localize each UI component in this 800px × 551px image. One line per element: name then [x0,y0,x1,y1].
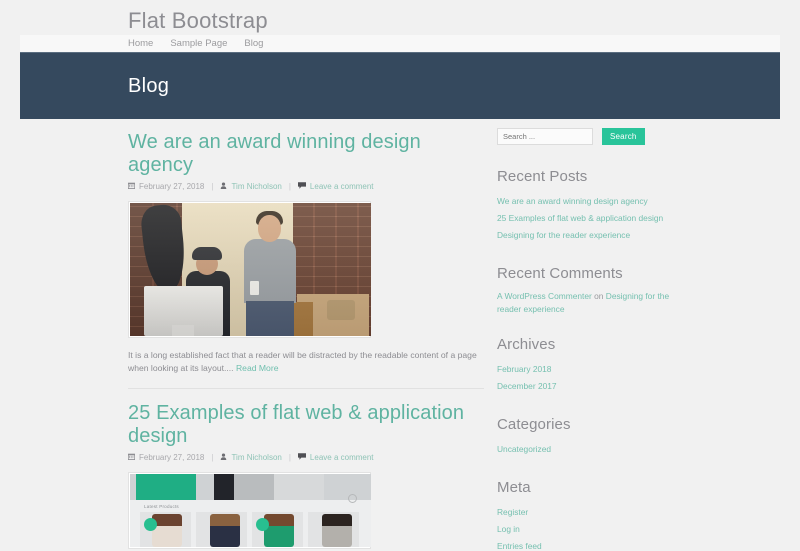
nav-item-sample-page[interactable]: Sample Page [170,37,227,50]
user-icon [220,452,227,464]
main-navbar: Home Sample Page Blog [20,35,780,52]
meta-separator: | [211,453,214,462]
hero-photo-two [274,474,324,500]
widget-title: Archives [497,336,556,353]
product-model-photo [152,514,182,547]
post-comment-link[interactable]: Leave a comment [310,452,374,464]
nav-item-blog[interactable]: Blog [244,37,263,50]
post-excerpt-text: It is a long established fact that a rea… [128,350,477,373]
comment-author[interactable]: A WordPress Commenter [497,291,592,301]
post-list: We are an award winning design agency Fe… [128,131,484,549]
post-item: 25 Examples of flat web & application de… [128,402,484,549]
post-divider [128,388,484,389]
widget-title: Categories [497,416,571,433]
nav-item-home[interactable]: Home [128,37,153,50]
archives-list: February 2018 December 2017 [497,361,687,395]
search-button[interactable]: Search [602,128,645,145]
latest-products-label: Latest Products [144,504,179,509]
list-item[interactable]: 25 Examples of flat web & application de… [497,210,687,227]
site-title[interactable]: Flat Bootstrap [128,8,268,34]
list-item[interactable]: Designing for the reader experience [497,227,687,244]
sale-badge [144,518,157,531]
list-item[interactable]: Log in [497,521,687,538]
widget-title: Meta [497,479,531,496]
post-title-link[interactable]: 25 Examples of flat web & application de… [128,402,484,448]
calendar-icon [128,452,135,464]
circle-arrow-icon [348,494,357,503]
product-model-photo [210,514,240,547]
comment-icon [297,181,306,193]
photo-tone-overlay [130,203,371,336]
post-meta: February 27, 2018 | Tim Nicholson | Leav… [128,181,484,193]
widget-recent-comments: Recent Comments A WordPress Commenter on… [497,264,687,315]
comment-icon [297,452,306,464]
post-image-ecommerce-screenshot: Latest Products [130,474,371,547]
user-icon [220,181,227,193]
post-author[interactable]: Tim Nicholson [231,452,281,464]
widget-title: Recent Posts [497,168,588,185]
post-author[interactable]: Tim Nicholson [231,181,281,193]
post-comment-link[interactable]: Leave a comment [310,181,374,193]
sidebar: Search Recent Posts We are an award winn… [497,128,687,551]
post-date: February 27, 2018 [139,453,205,462]
comment-on-word: on [594,291,604,301]
meta-separator: | [288,182,291,191]
post-thumbnail[interactable] [128,201,371,338]
post-thumbnail[interactable]: Latest Products [128,472,371,549]
widget-categories: Categories Uncategorized [497,415,687,458]
sale-badge [256,518,269,531]
post-title-link[interactable]: We are an award winning design agency [128,131,484,177]
hero-dark-block [214,474,234,500]
list-item[interactable]: Uncategorized [497,441,687,458]
widget-title: Recent Comments [497,265,623,282]
read-more-link[interactable]: Read More [236,363,279,373]
page-title: Blog [128,75,170,97]
product-model-photo [322,514,352,547]
post-date: February 27, 2018 [139,182,205,191]
hero-green-block [136,474,196,500]
widget-archives: Archives February 2018 December 2017 [497,335,687,395]
search-input[interactable] [497,128,593,145]
list-item[interactable]: We are an award winning design agency [497,193,687,210]
page-banner: Blog [20,52,780,119]
list-item[interactable]: Register [497,504,687,521]
list-item[interactable]: December 2017 [497,378,687,395]
list-item[interactable]: A WordPress Commenter on Designing for t… [497,290,687,315]
widget-recent-posts: Recent Posts We are an award winning des… [497,167,687,244]
categories-list: Uncategorized [497,441,687,458]
meta-separator: | [288,453,291,462]
calendar-icon [128,181,135,193]
post-item: We are an award winning design agency Fe… [128,131,484,375]
meta-list: Register Log in Entries feed Comments fe… [497,504,687,551]
meta-separator: | [211,182,214,191]
navbar-items: Home Sample Page Blog [128,37,263,50]
hero-photo-one [234,474,274,500]
blog-page: Flat Bootstrap Home Sample Page Blog Blo… [0,0,800,551]
product-model-photo [264,514,294,547]
list-item[interactable]: February 2018 [497,361,687,378]
post-excerpt: It is a long established fact that a rea… [128,349,484,375]
list-item[interactable]: Entries feed [497,538,687,551]
recent-posts-list: We are an award winning design agency 25… [497,193,687,244]
widget-meta: Meta Register Log in Entries feed Commen… [497,478,687,551]
post-image-office-team [130,203,371,336]
search-widget: Search [497,128,687,145]
post-meta: February 27, 2018 | Tim Nicholson | Leav… [128,452,484,464]
